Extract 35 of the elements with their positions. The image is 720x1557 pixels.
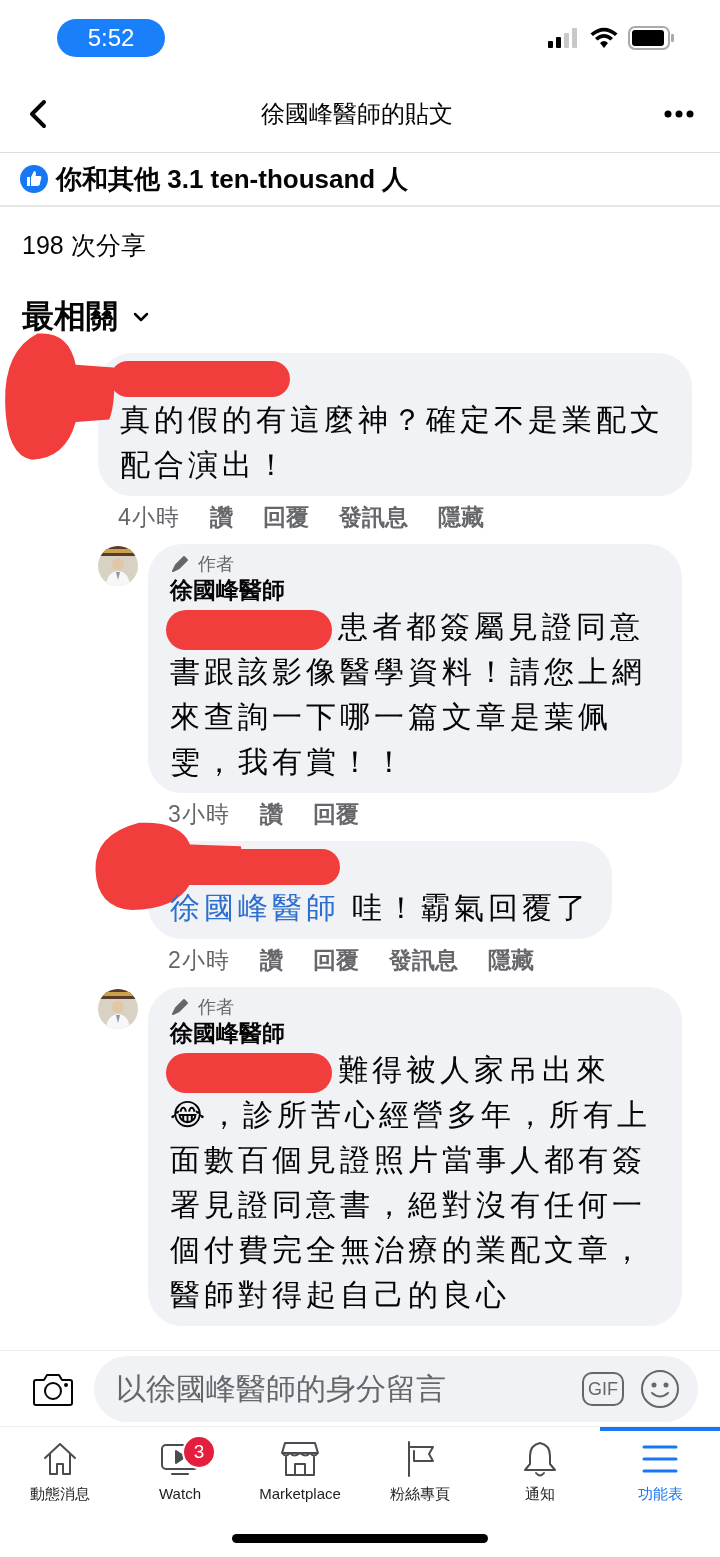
tab[interactable]: 粉絲專頁 — [360, 1427, 480, 1519]
comment-text: 難得被人家吊出來😂，診所苦心經營多年，所有上面數百個見證照片當事人都有簽署見證同意書，絕對沒有任何一個付費完全無治療的業配文章，醫師對得起自己的良心 — [170, 1052, 653, 1313]
comment-text: 徐國峰醫師 哇！霸氣回覆了 — [170, 890, 591, 926]
mention-link[interactable]: 徐國峰醫師 — [170, 891, 340, 924]
tab[interactable]: 功能表 — [600, 1427, 720, 1519]
tab[interactable]: 通知 — [480, 1427, 600, 1519]
share-count: 198 次分享 — [22, 231, 146, 259]
comment-text: 患者都簽屬見證同意書跟該影像醫學資料！請您上網來查詢一下哪一篇文章是葉佩雯，我有賞！！ — [170, 609, 647, 780]
gif-button[interactable]: GIF — [582, 1371, 624, 1406]
tab[interactable]: 動態消息 — [0, 1427, 120, 1519]
notification-badge: 3 — [182, 1435, 216, 1469]
comment-time: 2小時 — [168, 946, 230, 975]
comment-action[interactable]: 回覆 — [312, 945, 359, 975]
author-name: 徐國峰醫師 — [170, 576, 286, 604]
author-label: 作者 — [198, 553, 234, 576]
tab[interactable]: 3 Watch — [120, 1427, 240, 1519]
comment-action[interactable]: 回覆 — [262, 502, 309, 532]
page-title: 徐國峰醫師的貼文 — [261, 99, 453, 129]
reaction-summary: 你和其他 3.1 ten-thousand 人 — [56, 162, 409, 196]
comment-time: 3小時 — [168, 800, 230, 829]
comment-action[interactable]: 讚 — [259, 799, 283, 829]
sort-dropdown[interactable]: 最相關 — [0, 281, 172, 339]
comment-action[interactable]: 隱藏 — [487, 945, 534, 975]
comment-action[interactable]: 發訊息 — [388, 945, 458, 975]
comment-text: 真的假的有這麼神？確定不是業配文配合演出！ — [120, 402, 665, 483]
comment-action[interactable]: 回覆 — [312, 799, 359, 829]
author-name: 徐國峰醫師 — [170, 1019, 286, 1047]
comment-time: 4小時 — [118, 503, 180, 532]
comment-action[interactable]: 讚 — [259, 945, 283, 975]
comment-action[interactable]: 讚 — [209, 502, 233, 532]
tab[interactable]: Marketplace — [240, 1427, 360, 1519]
comment-action[interactable]: 發訊息 — [338, 502, 408, 532]
author-label: 作者 — [198, 996, 234, 1019]
comment-action[interactable]: 隱藏 — [437, 502, 484, 532]
status-time: 5:52 — [57, 19, 165, 57]
